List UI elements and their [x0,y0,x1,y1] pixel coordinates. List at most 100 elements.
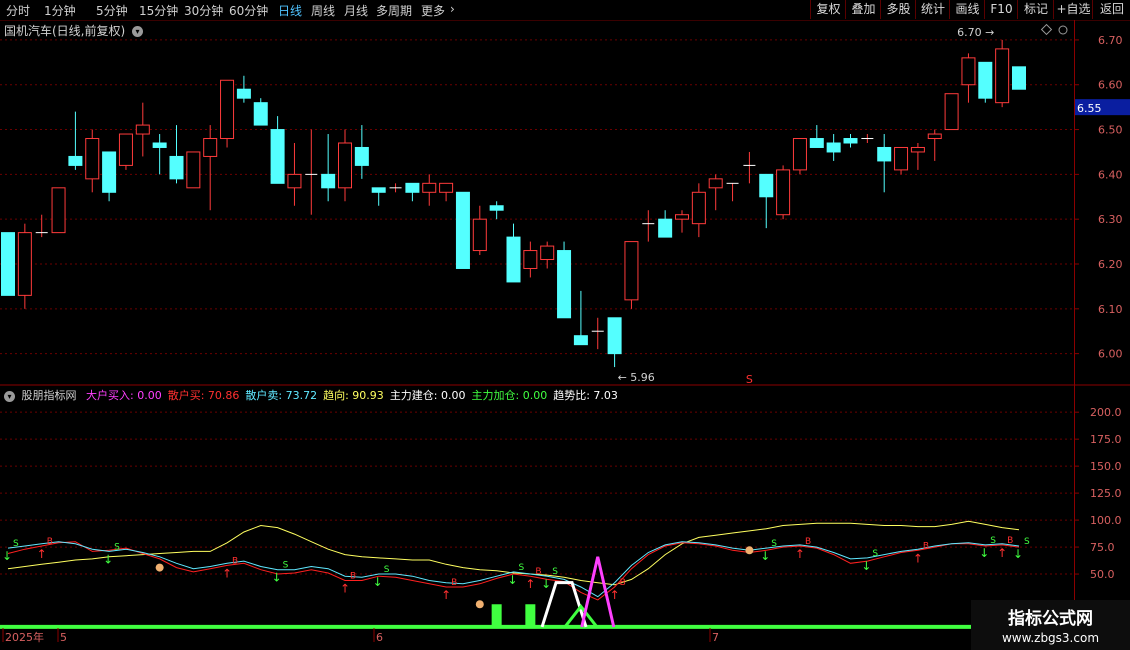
candle-body [809,138,824,148]
indicator-title-bar: ▾ 股朋指标网 大户买入: 0.00 散户买: 70.86 散户卖: 73.72 趋向… [4,387,618,403]
toolbar-button-4[interactable]: 画线 [949,0,985,19]
period-7[interactable]: 周线 [311,2,335,19]
candle-body [169,155,184,180]
chevron-down-icon[interactable]: ▾ [4,390,15,402]
date-label: 6 [376,631,383,644]
diamond-icon [1040,23,1053,36]
buy-arrow: ↑ [340,582,350,596]
candle-body [675,214,689,220]
candle-body [439,182,454,193]
indicator-tick-label: 175.0 [1090,433,1122,446]
candle-body [321,173,336,189]
stock-chart: 6.70 6.60 6.50 6.40 6.30 6.20 6.10 6.00 6.55 6.70… [0,20,1130,645]
sell-arrow: ↓ [979,546,989,560]
watermark-title: 指标公式网 [1008,609,1093,629]
candle-body [270,129,285,184]
buy-label: B [451,578,457,588]
price-panel-title[interactable]: 国机汽车(日线,前复权) ▾ [4,22,144,39]
period-2[interactable]: 5分钟 [96,2,128,19]
hand-pointer-icon [155,563,164,572]
candle-body [152,142,167,148]
date-label: 5 [60,631,67,644]
candle-body [287,173,302,189]
toolbar-button-0[interactable]: 复权 [810,0,846,19]
indicator-field-2: 散户卖: 73.72 [245,389,318,402]
candle-body [944,93,959,131]
candle-body [472,218,487,252]
buy-label: B [805,537,811,547]
candle-body [573,335,588,346]
candle-body [1,232,15,296]
sell-label: S [771,539,777,549]
period-10[interactable]: 更多 [421,2,445,19]
candle-body [102,151,117,193]
candle-body [405,182,420,193]
candle-body [978,61,993,99]
toolbar-button-5[interactable]: F10 [984,0,1018,19]
indicator-field-4: 主力建仓: 0.00 [389,389,466,402]
buy-label: B [232,556,238,566]
candle-body [236,88,251,99]
candle-body [422,182,437,193]
candle-body [843,138,858,144]
period-8[interactable]: 月线 [344,2,368,19]
candle-body [708,178,723,189]
candle-body [910,146,925,153]
indicator-tick-label: 50.0 [1090,568,1115,581]
toolbar-button-2[interactable]: 多股 [880,0,916,19]
indicator-name[interactable]: 股朋指标网 [22,389,77,402]
toolbar-button-8[interactable]: 返回 [1092,0,1130,19]
low-price-label: ← 5.96 [618,371,655,384]
circle-icon [1058,25,1068,35]
chevron-down-icon[interactable]: ▾ [132,26,144,37]
buy-arrow: ↑ [525,577,535,591]
buy-arrow: ↑ [222,566,232,580]
indicator-field-6: 趋势比: 7.03 [553,389,618,402]
indicator-tick-label: 125.0 [1090,487,1122,500]
candle-body [17,232,32,296]
hand-pointer-icon [475,600,484,609]
price-tick-label: 6.10 [1098,303,1123,316]
candle-body [85,138,100,180]
candle-body [540,245,555,261]
sell-arrow: ↓ [103,552,113,566]
candle-body [877,146,892,162]
toolbar-button-7[interactable]: +自选 [1053,0,1093,19]
period-0[interactable]: 分时 [6,2,30,19]
buy-arrow: ↑ [610,588,620,602]
sell-label: S [13,539,19,549]
period-5[interactable]: 60分钟 [229,2,268,19]
sell-arrow: ↓ [1013,547,1023,561]
indicator-field-3: 趋向: 90.93 [323,389,384,402]
chevron-right-icon[interactable]: › [450,2,455,16]
candle-body [523,250,538,269]
period-4[interactable]: 30分钟 [184,2,223,19]
high-price-label: 6.70 → [957,26,994,39]
buy-label: B [620,578,626,588]
watermark: 指标公式网 www.zbgs3.com [971,600,1130,650]
sell-arrow: ↓ [861,559,871,573]
period-9[interactable]: 多周期 [376,2,412,19]
price-tick-label: 6.70 [1098,34,1123,47]
toolbar-button-3[interactable]: 统计 [915,0,950,19]
buy-label: B [1007,536,1013,546]
candle-body [338,142,352,189]
period-1[interactable]: 1分钟 [44,2,76,19]
indicator-tick-label: 200.0 [1090,406,1122,419]
indicator-field-5: 主力加仓: 0.00 [471,389,548,402]
candle-body [826,142,841,153]
toolbar-button-1[interactable]: 叠加 [845,0,881,19]
candle-body [776,169,791,216]
period-3[interactable]: 15分钟 [139,2,178,19]
candle-body [506,236,521,283]
indicator-tick-label: 75.0 [1090,541,1115,554]
stock-title: 国机汽车(日线,前复权) [4,24,126,38]
price-tick-label: 6.50 [1098,124,1123,137]
buy-label: B [350,572,356,582]
candle-body [354,146,369,166]
toolbar-button-6[interactable]: 标记 [1017,0,1054,19]
sell-label: S [990,536,996,546]
sell-label: S [552,567,558,577]
period-6[interactable]: 日线 [278,2,302,19]
candle-body [995,48,1010,104]
